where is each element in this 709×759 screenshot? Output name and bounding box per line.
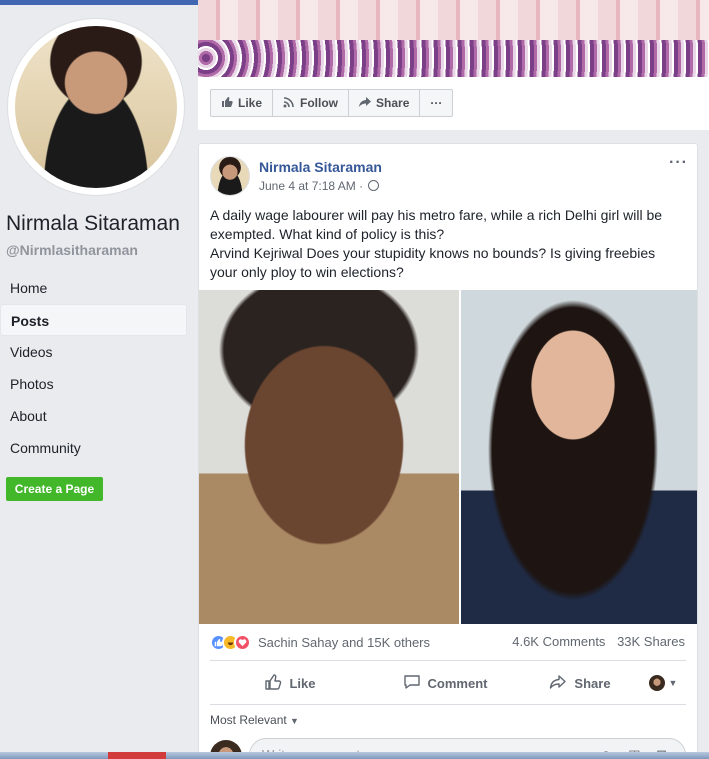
comment-sort-dropdown[interactable]: Most Relevant ▼	[210, 713, 299, 727]
profile-picture[interactable]	[15, 26, 177, 188]
post-like-label: Like	[289, 675, 316, 691]
os-taskbar	[0, 752, 709, 759]
page-share-button[interactable]: Share	[349, 90, 421, 116]
nav-item-about[interactable]: About	[0, 400, 187, 432]
profile-picture-frame[interactable]	[8, 19, 184, 195]
page-like-label: Like	[238, 96, 263, 110]
shares-count[interactable]: 33K Shares	[617, 634, 685, 649]
globe-icon[interactable]	[368, 180, 380, 191]
post-author-avatar[interactable]	[210, 156, 250, 196]
post-photo-labourer[interactable]	[199, 290, 459, 624]
nav-item-videos[interactable]: Videos	[0, 336, 187, 368]
post-photos	[199, 290, 697, 624]
post-comment-label: Comment	[427, 675, 488, 691]
page-nav: Home Posts Videos Photos About Community	[0, 272, 187, 464]
reactions-text[interactable]: Sachin Sahay and 15K others	[258, 635, 430, 650]
rss-follow-icon	[283, 96, 295, 110]
page-share-label: Share	[376, 96, 410, 110]
cover-card: Like Follow Share ···	[198, 0, 709, 130]
engagement-counts: 4.6K Comments 33K Shares	[504, 634, 685, 649]
post-options-button[interactable]: ···	[669, 154, 688, 172]
page-handle[interactable]: @Nirmlasitharaman	[6, 242, 138, 258]
taskbar-app-button[interactable]	[108, 752, 166, 759]
page-follow-label: Follow	[300, 96, 339, 110]
reaction-summary[interactable]: Sachin Sahay and 15K others	[210, 633, 430, 651]
left-sidebar: Nirmala Sitaraman @Nirmlasitharaman Home…	[0, 5, 190, 759]
divider	[210, 704, 686, 705]
post-timestamp[interactable]: June 4 at 7:18 AM	[259, 179, 356, 193]
share-arrow-icon	[359, 96, 372, 110]
post-share-button[interactable]: Share	[520, 673, 640, 694]
love-reaction-icon	[234, 633, 251, 651]
nav-item-posts[interactable]: Posts	[0, 304, 187, 336]
nav-item-community[interactable]: Community	[0, 432, 187, 464]
post-meta: June 4 at 7:18 AM ·	[259, 179, 380, 193]
post-share-label: Share	[574, 675, 611, 691]
post-action-bar: Like Comment Share ▼	[210, 668, 686, 698]
divider	[210, 660, 686, 661]
post-author-name[interactable]: Nirmala Sitaraman	[259, 159, 382, 175]
post-text-line-2: Arvind Kejriwal Does your stupidity know…	[210, 245, 656, 280]
page-action-bar: Like Follow Share ···	[210, 89, 454, 117]
chevron-down-icon: ▼	[668, 678, 678, 688]
chevron-down-icon: ▼	[290, 716, 299, 726]
create-page-button[interactable]: Create a Page	[6, 477, 103, 501]
post-like-button[interactable]: Like	[210, 673, 370, 694]
comment-sort-label: Most Relevant	[210, 713, 287, 727]
page-name[interactable]: Nirmala Sitaraman	[6, 212, 180, 236]
react-as-selector[interactable]: ▼	[640, 675, 686, 691]
post-photo-girl[interactable]	[461, 290, 697, 624]
post-text: A daily wage labourer will pay his metro…	[210, 206, 680, 282]
post-card: Nirmala Sitaraman June 4 at 7:18 AM · ··…	[198, 143, 698, 759]
thumbs-up-outline-icon	[264, 673, 282, 694]
nav-item-home[interactable]: Home	[0, 272, 187, 304]
thumbs-up-icon	[221, 96, 233, 110]
comment-bubble-icon	[403, 673, 421, 694]
nav-item-photos[interactable]: Photos	[0, 368, 187, 400]
post-comment-button[interactable]: Comment	[370, 673, 520, 694]
share-arrow-outline-icon	[549, 673, 567, 694]
post-text-line-1: A daily wage labourer will pay his metro…	[210, 207, 663, 242]
page-like-button[interactable]: Like	[211, 90, 274, 116]
cover-photo-flowers	[198, 40, 709, 77]
page-more-button[interactable]: ···	[420, 90, 452, 116]
more-dots-icon: ···	[430, 96, 443, 110]
viewer-avatar	[648, 675, 665, 691]
page-follow-button[interactable]: Follow	[273, 90, 350, 116]
comments-count[interactable]: 4.6K Comments	[512, 634, 605, 649]
